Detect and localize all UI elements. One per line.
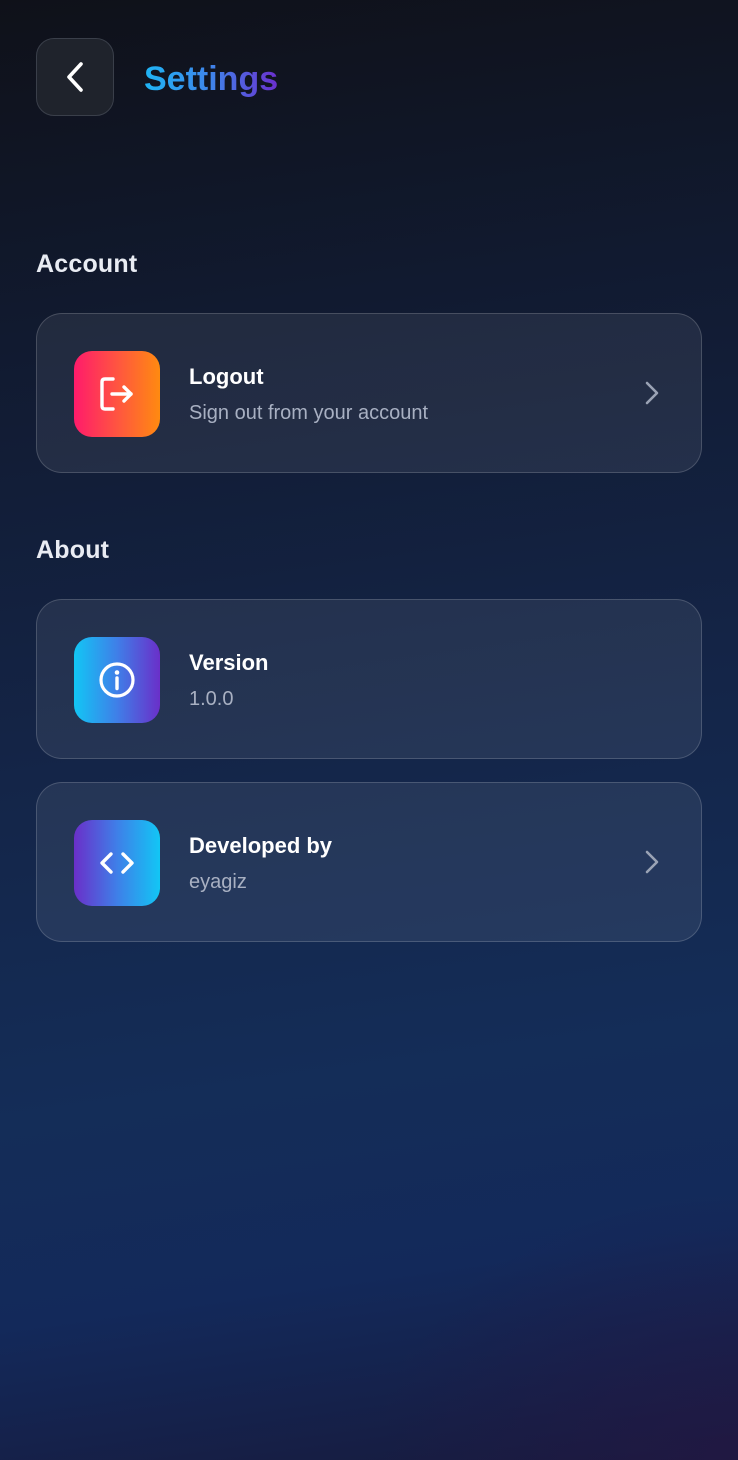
developer-item[interactable]: Developed by eyagiz: [36, 782, 702, 942]
chevron-left-icon: [67, 62, 83, 92]
version-title: Version: [189, 650, 269, 675]
logout-item[interactable]: Logout Sign out from your account: [36, 313, 702, 473]
developer-name: eyagiz: [189, 871, 247, 893]
developer-title: Developed by: [189, 833, 333, 858]
code-icon: [100, 852, 134, 874]
version-item: Version 1.0.0: [36, 599, 702, 759]
logout-icon-tile: [74, 351, 160, 437]
chevron-right-icon: [645, 381, 659, 405]
developer-icon-tile: [74, 820, 160, 906]
version-icon-tile: [74, 637, 160, 723]
section-heading-account: Account: [36, 250, 138, 278]
logout-title: Logout: [189, 364, 264, 389]
chevron-right-icon: [645, 850, 659, 874]
info-icon: [99, 662, 135, 698]
logout-subtitle: Sign out from your account: [189, 402, 429, 424]
section-heading-about: About: [36, 536, 110, 564]
version-value: 1.0.0: [189, 688, 234, 710]
page-title: Settings: [144, 56, 278, 102]
logout-icon: [100, 377, 133, 411]
back-button[interactable]: [36, 38, 114, 116]
